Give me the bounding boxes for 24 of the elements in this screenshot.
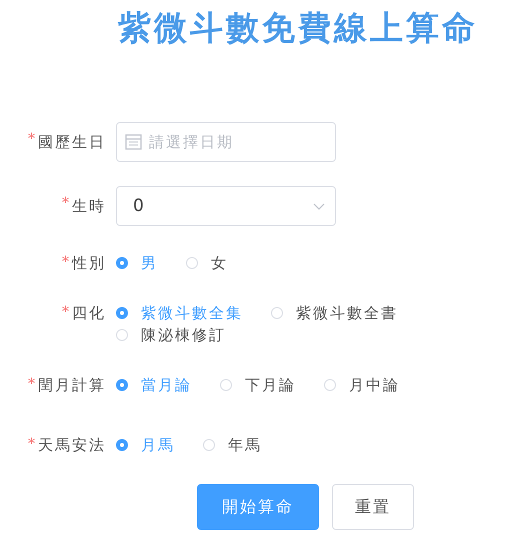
required-asterisk: * bbox=[62, 196, 69, 210]
required-asterisk: * bbox=[62, 305, 69, 319]
field-label: 四化 bbox=[72, 303, 106, 324]
hour-select[interactable]: 0 bbox=[116, 186, 336, 226]
radio-option[interactable]: 紫微斗數全書 bbox=[271, 302, 398, 324]
calendar-icon bbox=[125, 133, 142, 150]
page-title: 紫微斗數免費線上算命 bbox=[116, 7, 479, 49]
field-label: 生時 bbox=[72, 196, 106, 217]
field-label: 天馬安法 bbox=[38, 435, 106, 456]
radio-option[interactable]: 女 bbox=[186, 252, 228, 274]
required-asterisk: * bbox=[28, 377, 35, 391]
radio-option[interactable]: 年馬 bbox=[203, 434, 262, 456]
date-field[interactable]: 請選擇日期 bbox=[116, 122, 336, 162]
chevron-down-icon bbox=[313, 202, 325, 210]
radio-option[interactable]: 陳泌棟修訂 bbox=[116, 324, 226, 346]
reset-button[interactable]: 重置 bbox=[332, 484, 414, 530]
radio-option[interactable]: 月中論 bbox=[324, 374, 400, 396]
field-label: 國歷生日 bbox=[38, 132, 106, 153]
field-label: 性別 bbox=[72, 253, 106, 274]
field-label: 閏月計算 bbox=[38, 375, 106, 396]
required-asterisk: * bbox=[62, 255, 69, 269]
radio-option[interactable]: 下月論 bbox=[220, 374, 296, 396]
required-asterisk: * bbox=[28, 132, 35, 146]
required-asterisk: * bbox=[28, 437, 35, 451]
